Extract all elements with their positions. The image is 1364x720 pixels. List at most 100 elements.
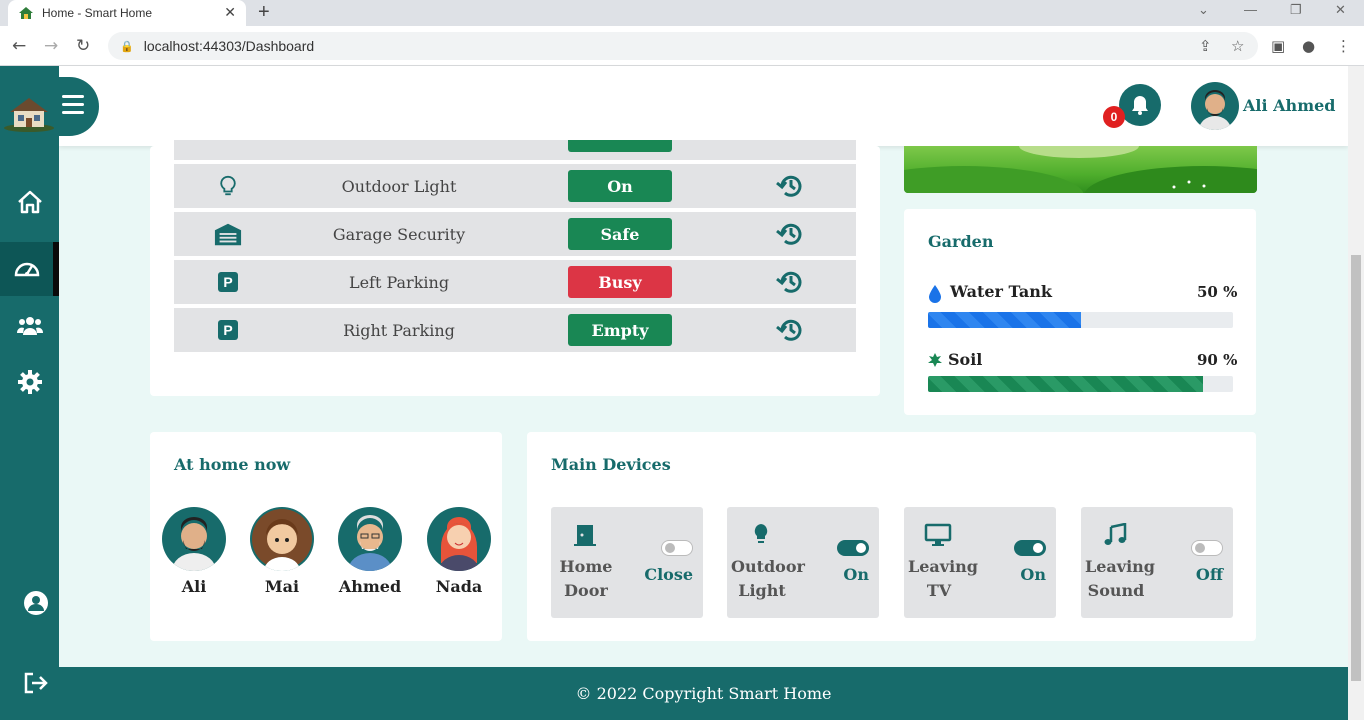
back-arrow-icon[interactable]: ← bbox=[12, 36, 26, 56]
share-icon[interactable]: ⇪ bbox=[1199, 37, 1212, 55]
avatar bbox=[427, 507, 491, 571]
main-device-card: Leaving TV On bbox=[904, 507, 1056, 618]
device-name: Outdoor Light bbox=[341, 176, 457, 196]
restore-button[interactable]: ❐ bbox=[1290, 2, 1302, 18]
water-tank-progress bbox=[928, 312, 1233, 328]
garage-icon bbox=[214, 222, 242, 246]
lock-icon: 🔒 bbox=[120, 40, 134, 53]
url-field[interactable]: 🔒 localhost:44303/Dashboard bbox=[108, 32, 1258, 60]
tab-search-button[interactable]: ⌄ bbox=[1198, 2, 1209, 18]
lightbulb-icon bbox=[747, 523, 775, 547]
person-card: Ali bbox=[162, 507, 226, 596]
person-name: Nada bbox=[435, 577, 483, 596]
hamburger-menu-button[interactable] bbox=[62, 95, 84, 115]
main-device-state: Close bbox=[644, 565, 693, 584]
device-row: P Left Parking Busy bbox=[174, 260, 856, 304]
device-row: Garage Security Safe bbox=[174, 212, 856, 256]
parking-icon: P bbox=[214, 318, 242, 342]
device-toggle[interactable] bbox=[837, 540, 869, 556]
avatar bbox=[250, 507, 314, 571]
music-note-icon bbox=[1101, 522, 1129, 547]
main-device-card: Leaving Sound Off bbox=[1081, 507, 1233, 618]
main-device-card: Home Door Close bbox=[551, 507, 703, 618]
main-device-name: Outdoor Light bbox=[731, 557, 805, 600]
notifications-button[interactable] bbox=[1119, 84, 1161, 126]
forward-arrow-icon[interactable]: → bbox=[44, 36, 58, 56]
reload-icon[interactable]: ↻ bbox=[76, 36, 90, 56]
gear-icon bbox=[17, 370, 42, 394]
main-device-name: Leaving TV bbox=[908, 557, 978, 600]
water-tank-value: 50 % bbox=[1197, 283, 1238, 301]
soil-label: Soil bbox=[948, 350, 983, 369]
avatar bbox=[162, 507, 226, 571]
footer: © 2022 Copyright Smart Home bbox=[59, 667, 1348, 720]
svg-text:P: P bbox=[223, 322, 232, 338]
person-card: Mai bbox=[250, 507, 314, 596]
notification-badge: 0 bbox=[1103, 106, 1125, 128]
house-logo-icon bbox=[4, 98, 54, 132]
soil-progress-fill bbox=[928, 376, 1203, 392]
device-row: Outdoor Light On bbox=[174, 164, 856, 208]
browser-tab[interactable]: Home - Smart Home ✕ bbox=[8, 0, 246, 26]
person-card: Ahmed bbox=[338, 507, 402, 596]
device-name: Garage Security bbox=[332, 224, 466, 244]
close-window-button[interactable]: ✕ bbox=[1335, 2, 1346, 18]
avatar[interactable] bbox=[1191, 82, 1239, 130]
main-device-name: Leaving Sound bbox=[1085, 557, 1155, 600]
device-toggle[interactable] bbox=[1014, 540, 1046, 556]
sidebar-item-settings[interactable] bbox=[0, 355, 59, 409]
sidebar-item-users[interactable] bbox=[0, 298, 59, 352]
logout-icon bbox=[24, 672, 48, 694]
history-icon[interactable] bbox=[776, 316, 804, 344]
url-text: localhost:44303/Dashboard bbox=[143, 38, 315, 54]
water-tank-label: Water Tank bbox=[950, 282, 1052, 301]
soil-progress bbox=[928, 376, 1233, 392]
minimize-button[interactable]: — bbox=[1244, 2, 1257, 17]
sidebar-item-home[interactable] bbox=[0, 175, 59, 229]
person-name: Ahmed bbox=[338, 577, 402, 596]
device-status-button[interactable]: Safe bbox=[568, 218, 672, 250]
menu-dots-icon[interactable]: ⋮ bbox=[1336, 37, 1351, 55]
at-home-title: At home now bbox=[174, 455, 291, 474]
device-row-partial bbox=[174, 140, 856, 160]
main-device-state: Off bbox=[1195, 565, 1223, 584]
main-device-card: Outdoor Light On bbox=[727, 507, 879, 618]
monitor-icon bbox=[924, 523, 952, 547]
device-status-partial bbox=[568, 140, 672, 152]
person-name: Ali bbox=[181, 577, 207, 596]
water-drop-icon bbox=[929, 285, 941, 303]
history-icon[interactable] bbox=[776, 268, 804, 296]
lightbulb-icon bbox=[214, 174, 242, 198]
main-device-state: On bbox=[843, 565, 869, 584]
history-icon[interactable] bbox=[776, 220, 804, 248]
bookmark-star-icon[interactable]: ☆ bbox=[1231, 37, 1244, 55]
person-card: Nada bbox=[427, 507, 491, 596]
device-row: P Right Parking Empty bbox=[174, 308, 856, 352]
device-toggle[interactable] bbox=[1191, 540, 1223, 556]
address-bar: ← → ↻ 🔒 localhost:44303/Dashboard ⇪ ☆ ▣ … bbox=[0, 26, 1364, 66]
device-status-button[interactable]: On bbox=[568, 170, 672, 202]
users-icon bbox=[16, 317, 43, 335]
sidebar-item-dashboard[interactable] bbox=[0, 242, 59, 296]
history-icon[interactable] bbox=[776, 172, 804, 200]
device-status-button[interactable]: Busy bbox=[568, 266, 672, 298]
tab-close-icon[interactable]: ✕ bbox=[224, 4, 236, 21]
side-panel-icon[interactable]: ▣ bbox=[1271, 37, 1285, 55]
leaf-icon bbox=[928, 353, 942, 367]
scrollbar-thumb[interactable] bbox=[1351, 255, 1361, 681]
parking-icon: P bbox=[214, 270, 242, 294]
device-toggle[interactable] bbox=[661, 540, 693, 556]
profile-icon[interactable]: ● bbox=[1302, 37, 1315, 55]
new-tab-button[interactable]: + bbox=[258, 1, 270, 24]
browser-tab-bar: Home - Smart Home ✕ + ⌄ — ❐ ✕ bbox=[0, 0, 1364, 26]
sidebar-item-logout[interactable] bbox=[6, 656, 65, 710]
copyright-text: © 2022 Copyright Smart Home bbox=[575, 684, 832, 703]
user-name[interactable]: Ali Ahmed bbox=[1243, 96, 1335, 115]
device-status-button[interactable]: Empty bbox=[568, 314, 672, 346]
garden-title: Garden bbox=[928, 232, 994, 251]
garden-image bbox=[904, 146, 1257, 193]
svg-text:P: P bbox=[223, 274, 232, 290]
sidebar-item-profile[interactable] bbox=[6, 576, 65, 630]
tab-title: Home - Smart Home bbox=[42, 6, 153, 20]
main-device-state: On bbox=[1020, 565, 1046, 584]
